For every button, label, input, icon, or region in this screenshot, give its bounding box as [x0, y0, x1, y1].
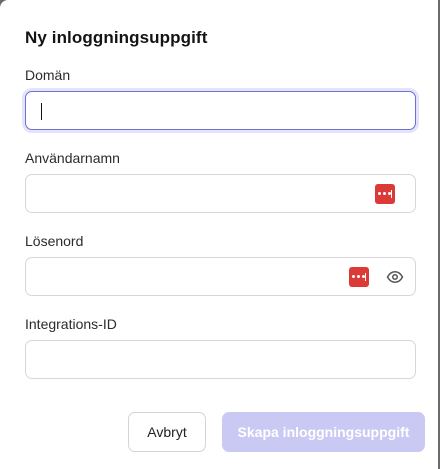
username-input[interactable] — [26, 175, 415, 212]
domain-input[interactable] — [26, 92, 415, 129]
password-label: Lösenord — [25, 233, 84, 249]
eye-icon[interactable] — [386, 268, 404, 286]
integration-id-label: Integrations-ID — [25, 316, 117, 332]
domain-field[interactable] — [25, 91, 416, 130]
text-caret — [41, 103, 42, 120]
username-label: Användarnamn — [25, 150, 120, 166]
integration-id-field[interactable] — [25, 340, 416, 379]
password-manager-icon[interactable] — [349, 267, 369, 287]
cancel-button[interactable]: Avbryt — [128, 412, 206, 452]
username-field[interactable] — [25, 174, 416, 213]
create-credential-button[interactable]: Skapa inloggningsuppgift — [222, 412, 425, 452]
password-field[interactable] — [25, 257, 416, 296]
domain-label: Domän — [25, 67, 71, 83]
integration-id-input[interactable] — [26, 341, 415, 378]
dialog-title: Ny inloggningsuppgift — [25, 28, 208, 47]
new-credential-dialog: Ny inloggningsuppgift Domän Användarnamn… — [0, 0, 438, 469]
password-manager-icon[interactable] — [375, 184, 395, 204]
